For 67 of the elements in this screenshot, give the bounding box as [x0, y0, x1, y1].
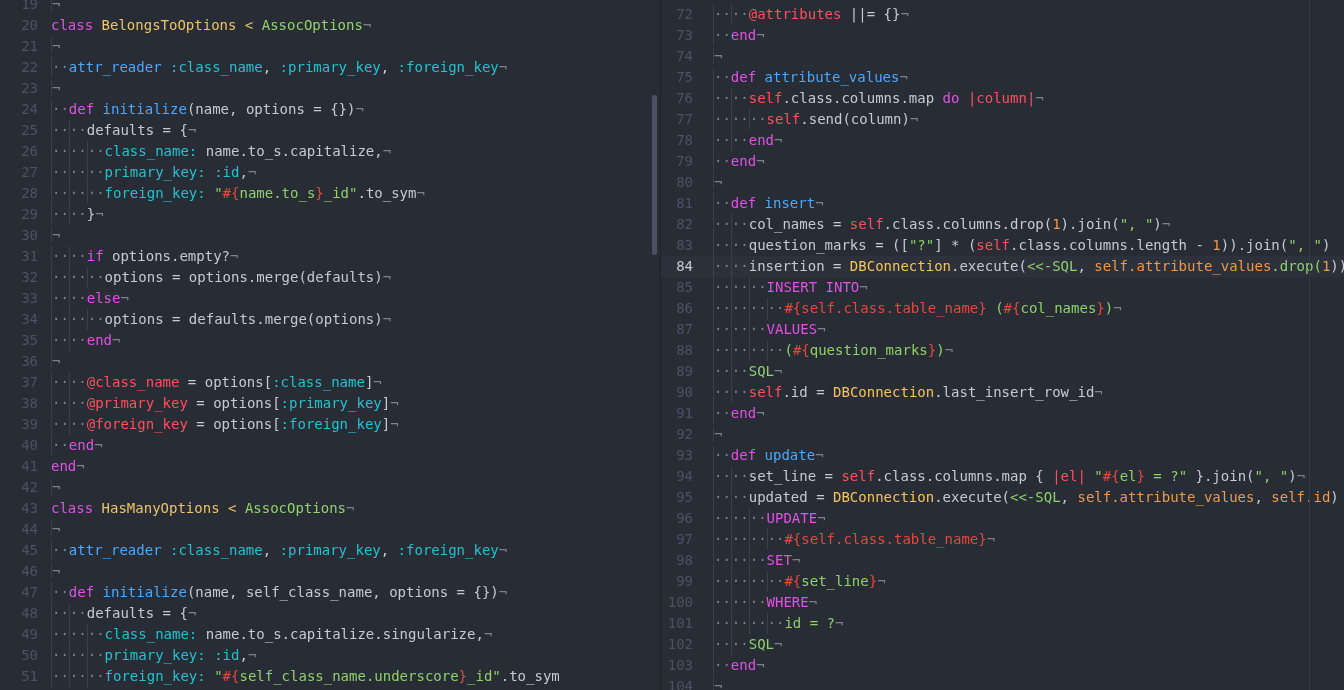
code-line: ··def attribute_values¬ [713, 67, 908, 88]
code-line: ······INSERT INTO¬ [713, 277, 868, 298]
code-line: ······WHERE¬ [713, 592, 818, 613]
code-line: ··attr_reader :class_name, :primary_key, :foreign_key¬ [51, 57, 508, 78]
code-line: ····defaults = {¬ [51, 603, 197, 624]
code-line: ······primary_key: :id,¬ [51, 645, 257, 666]
code-line: ····SQL¬ [713, 361, 783, 382]
code-line: ··def initialize(name, options = {})¬ [51, 99, 364, 120]
code-line: ····if options.empty?¬ [51, 246, 239, 267]
code-line: ····@primary_key = options[:primary_key]¬ [51, 393, 399, 414]
code-line: ¬ [713, 173, 723, 192]
code-line: ····updated = DBConnection.execute(<<-SQL, self.attribute_values, self.id) [713, 487, 1339, 508]
code-line: ····@attributes ||= {}¬ [713, 4, 909, 25]
code-line: ······SET¬ [713, 550, 801, 571]
code-line: ¬ [51, 0, 61, 14]
code-line: ········#{self.class.table_name} (#{col_names})¬ [713, 298, 1122, 319]
code-line: ··def insert¬ [713, 193, 824, 214]
code-line: ··def update¬ [713, 445, 824, 466]
code-line: ····SQL¬ [713, 634, 783, 655]
code-line: ····end¬ [51, 330, 121, 351]
code-line: ····@class_name = options[:class_name]¬ [51, 372, 382, 393]
code-line: ······foreign_key: "#{self_class_name.underscore}_id".to_sym [51, 666, 560, 687]
code-line: ··end¬ [713, 151, 765, 172]
code-line: ¬ [713, 677, 723, 690]
code-line: ¬ [713, 425, 723, 444]
code-line: ····col_names = self.class.columns.drop(1).join(", ")¬ [713, 214, 1171, 235]
code-line: ······class_name: name.to_s.capitalize,¬ [51, 141, 392, 162]
code-line: ······class_name: name.to_s.capitalize.singularize,¬ [51, 624, 493, 645]
code-line: ········(#{question_marks})¬ [713, 340, 954, 361]
code-line: ······options = options.merge(defaults)¬ [51, 267, 392, 288]
code-line: ¬ [51, 478, 61, 497]
code-line: ··end¬ [713, 403, 765, 424]
code-line: ········id = ?¬ [713, 613, 844, 634]
scrollbar[interactable] [652, 95, 657, 255]
code-line: ··end¬ [51, 435, 103, 456]
code-line: ····else¬ [51, 288, 129, 309]
code-line: class HasManyOptions < AssocOptions¬ [51, 499, 355, 518]
code-line: class BelongsToOptions < AssocOptions¬ [51, 16, 372, 35]
code-line: ¬ [51, 520, 61, 539]
line-number: 84 [675, 257, 693, 276]
code-line: ········#{set_line}¬ [713, 571, 886, 592]
code-line: ¬ [51, 79, 61, 98]
code-line: ··end¬ [713, 25, 765, 46]
code-line: ······UPDATE¬ [713, 508, 826, 529]
code-line: ········#{self.class.table_name}¬ [713, 529, 996, 550]
code-line: ····insertion = DBConnection.execute(<<-SQL, self.attribute_values.drop(1)) [713, 256, 1344, 277]
code-line: ¬ [51, 352, 61, 371]
code-line: ··end¬ [713, 655, 765, 676]
code-line: ····defaults = {¬ [51, 120, 197, 141]
code-line: ······primary_key: :id,¬ [51, 162, 257, 183]
code-line: ··def initialize(name, self_class_name, options = {})¬ [51, 582, 508, 603]
code-line: ····set_line = self.class.columns.map { |el| "#{el} = ?" }.join(", ")¬ [713, 466, 1306, 487]
code-line: end¬ [51, 457, 85, 476]
code-line: ¬ [51, 562, 61, 581]
code-line: ¬ [713, 47, 723, 66]
code-line: ··attr_reader :class_name, :primary_key, :foreign_key¬ [51, 540, 508, 561]
code-line: ····end¬ [713, 130, 783, 151]
code-line: ······VALUES¬ [713, 319, 826, 340]
code-line: ····}¬ [51, 204, 104, 225]
code-line: ····self.id = DBConnection.last_insert_row_id¬ [713, 382, 1103, 403]
code-line: ¬ [51, 37, 61, 56]
code-line: ······options = defaults.merge(options)¬ [51, 309, 392, 330]
code-line: ¬ [51, 226, 61, 245]
code-line: ····@foreign_key = options[:foreign_key]¬ [51, 414, 399, 435]
code-line: ······self.send(column)¬ [713, 109, 919, 130]
code-line: ····self.class.columns.map do |column|¬ [713, 88, 1044, 109]
code-line: ······foreign_key: "#{name.to_s}_id".to_sym¬ [51, 183, 425, 204]
